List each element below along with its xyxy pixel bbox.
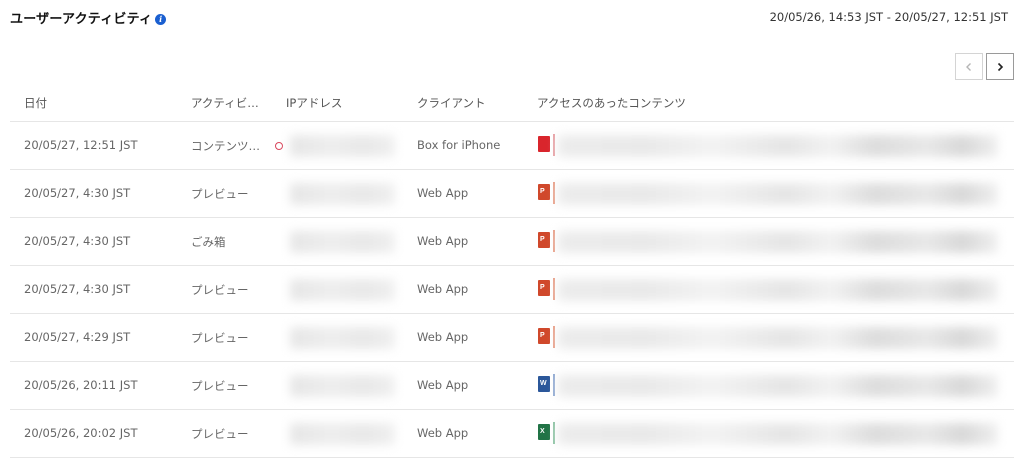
table-body: 20/05/27, 12:51 JST コンテンツ… Box for iPhone 2… (10, 122, 1014, 458)
chevron-right-icon (997, 62, 1004, 71)
row-ip-address-redacted (290, 231, 395, 253)
row-activity: コンテンツ… (191, 139, 260, 153)
pdf-file-icon (538, 134, 555, 156)
row-ip-address-redacted (290, 183, 395, 205)
row-date: 20/05/26, 20:02 JST (24, 426, 138, 440)
row-ip-address-redacted (290, 423, 395, 445)
powerpoint-file-icon: P (538, 230, 555, 252)
row-activity: プレビュー (191, 283, 249, 297)
row-date: 20/05/26, 20:11 JST (24, 378, 138, 392)
powerpoint-file-icon: P (538, 326, 555, 348)
table-row[interactable]: 20/05/26, 20:02 JST プレビュー Web App X (10, 410, 1014, 458)
row-date: 20/05/27, 4:29 JST (24, 330, 131, 344)
row-date: 20/05/27, 4:30 JST (24, 234, 131, 248)
file-type-glyph: X (540, 428, 545, 435)
row-content-name-redacted[interactable] (558, 327, 998, 349)
chevron-left-icon (966, 62, 971, 71)
row-client: Web App (417, 378, 469, 392)
file-type-glyph: P (540, 284, 545, 291)
column-header-client[interactable]: クライアント (417, 95, 486, 111)
activity-table: 日付 アクティビ… IPアドレス クライアント アクセスのあったコンテンツ 20… (10, 78, 1014, 458)
file-type-glyph: P (540, 332, 545, 339)
table-row[interactable]: 20/05/27, 4:30 JST ごみ箱 Web App P (10, 218, 1014, 266)
column-header-ip-address[interactable]: IPアドレス (286, 95, 342, 111)
row-activity: プレビュー (191, 379, 249, 393)
table-row[interactable]: 20/05/27, 4:30 JST プレビュー Web App P (10, 266, 1014, 314)
pagination (955, 53, 1014, 80)
row-activity: ごみ箱 (191, 235, 226, 249)
row-content-name-redacted[interactable] (558, 183, 998, 205)
row-activity: プレビュー (191, 427, 249, 441)
row-ip-address-redacted (290, 135, 395, 157)
word-file-icon: W (538, 374, 555, 396)
row-date: 20/05/27, 4:30 JST (24, 282, 131, 296)
row-content-name-redacted[interactable] (558, 279, 998, 301)
row-client: Web App (417, 186, 469, 200)
file-type-glyph: P (540, 188, 545, 195)
row-client: Web App (417, 330, 469, 344)
row-ip-address-redacted (290, 375, 395, 397)
row-client: Web App (417, 282, 469, 296)
row-content-name-redacted[interactable] (558, 231, 998, 253)
row-client: Web App (417, 234, 469, 248)
file-type-glyph: P (540, 236, 545, 243)
excel-file-icon: X (538, 422, 555, 444)
row-activity: プレビュー (191, 187, 249, 201)
row-client: Box for iPhone (417, 138, 501, 152)
powerpoint-file-icon: P (538, 278, 555, 300)
row-date: 20/05/27, 4:30 JST (24, 186, 131, 200)
table-row[interactable]: 20/05/27, 4:29 JST プレビュー Web App P (10, 314, 1014, 362)
alert-indicator-icon (275, 142, 283, 150)
table-row[interactable]: 20/05/27, 4:30 JST プレビュー Web App P (10, 170, 1014, 218)
info-icon[interactable]: i (155, 14, 167, 25)
next-page-button[interactable] (986, 53, 1014, 80)
row-content-name-redacted[interactable] (558, 375, 998, 397)
previous-page-button[interactable] (955, 53, 983, 80)
table-row[interactable]: 20/05/26, 20:11 JST プレビュー Web App W (10, 362, 1014, 410)
row-ip-address-redacted (290, 279, 395, 301)
row-ip-address-redacted (290, 327, 395, 349)
page-title: ユーザーアクティビティ i (10, 8, 167, 27)
row-content-name-redacted[interactable] (558, 135, 998, 157)
table-header: 日付 アクティビ… IPアドレス クライアント アクセスのあったコンテンツ (10, 78, 1014, 122)
table-row[interactable]: 20/05/27, 12:51 JST コンテンツ… Box for iPhone (10, 122, 1014, 170)
row-activity: プレビュー (191, 331, 249, 345)
activity-header: ユーザーアクティビティ i 20/05/26, 14:53 JST - 20/05… (10, 8, 1016, 28)
column-header-accessed-content[interactable]: アクセスのあったコンテンツ (537, 95, 686, 111)
page-title-text: ユーザーアクティビティ (10, 12, 153, 27)
row-content-name-redacted[interactable] (558, 423, 998, 445)
date-range: 20/05/26, 14:53 JST - 20/05/27, 12:51 JS… (769, 10, 1008, 24)
column-header-date[interactable]: 日付 (24, 95, 47, 111)
column-header-activity[interactable]: アクティビ… (191, 95, 259, 111)
row-client: Web App (417, 426, 469, 440)
file-type-glyph: W (540, 380, 547, 387)
row-date: 20/05/27, 12:51 JST (24, 138, 138, 152)
powerpoint-file-icon: P (538, 182, 555, 204)
